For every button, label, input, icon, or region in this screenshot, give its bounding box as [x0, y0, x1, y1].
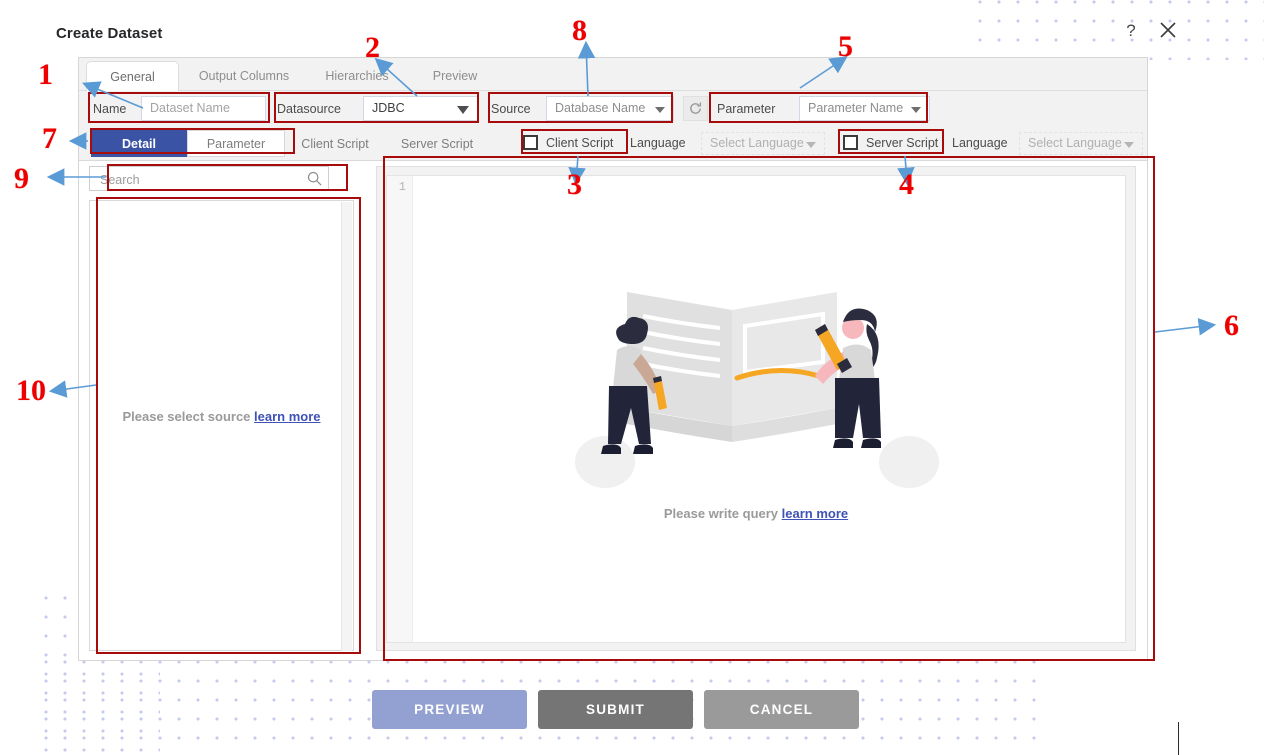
chevron-down-icon	[911, 107, 921, 113]
datasource-value: JDBC	[372, 101, 405, 115]
subtab-detail[interactable]: Detail	[91, 130, 187, 157]
source-learn-more-link[interactable]: learn more	[254, 409, 320, 424]
datasource-label: Datasource	[277, 102, 341, 116]
search-icon[interactable]	[307, 171, 322, 186]
annotation-number-7: 7	[42, 122, 57, 155]
annotation-number-9: 9	[14, 162, 29, 195]
dialog-body: General Output Columns Hierarchies Previ…	[78, 57, 1148, 661]
text-cursor-marker	[1178, 722, 1179, 755]
left-panel: Please select source learn more	[89, 166, 366, 651]
editor-line-number: 1	[398, 180, 406, 194]
datasource-select[interactable]: JDBC	[363, 96, 478, 121]
server-language-select[interactable]: Select Language	[1019, 132, 1143, 155]
refresh-icon[interactable]	[683, 96, 708, 121]
server-language-value: Select Language	[1028, 136, 1122, 150]
field-row: Name Dataset Name Datasource JDBC Source…	[79, 91, 1147, 127]
search-box[interactable]	[89, 166, 329, 192]
source-empty-message: Please select source learn more	[90, 409, 353, 424]
chevron-down-icon	[655, 107, 665, 113]
annotation-number-10: 10	[16, 374, 46, 407]
dialog-titlebar: Create Dataset ?	[0, 0, 1264, 58]
close-icon[interactable]	[1158, 20, 1178, 42]
chevron-down-icon	[457, 106, 469, 114]
page-title: Create Dataset	[56, 25, 163, 42]
app-root: Create Dataset ? General Output Columns …	[0, 0, 1264, 755]
source-tree-panel[interactable]: Please select source learn more	[89, 200, 354, 651]
dialog-footer: PREVIEW SUBMIT CANCEL	[0, 690, 1264, 730]
source-tree-scrollbar[interactable]	[341, 202, 352, 651]
server-script-checkbox[interactable]	[843, 135, 858, 150]
annotation-number-1: 1	[38, 58, 53, 91]
annotation-number-6: 6	[1224, 309, 1239, 342]
cancel-button[interactable]: CANCEL	[704, 690, 859, 729]
tab-preview[interactable]: Preview	[411, 61, 499, 91]
parameter-select[interactable]: Parameter Name	[799, 96, 930, 121]
chevron-down-icon	[806, 142, 816, 148]
editor-gutter: 1	[387, 176, 413, 642]
editor-empty-message: Please write query learn more	[387, 506, 1125, 521]
source-label: Source	[491, 102, 531, 116]
name-label: Name	[93, 102, 127, 116]
query-editor-panel: 1 Please write query learn more	[376, 166, 1136, 651]
parameter-value: Parameter Name	[808, 101, 904, 115]
editor-empty-text: Please write query	[663, 506, 782, 521]
editor-learn-more-link[interactable]: learn more	[782, 506, 848, 521]
chevron-down-icon	[1124, 142, 1134, 148]
server-language-label: Language	[952, 136, 1008, 150]
top-tab-bar: General Output Columns Hierarchies Previ…	[79, 58, 1147, 92]
client-language-select[interactable]: Select Language	[701, 132, 825, 155]
tab-hierarchies[interactable]: Hierarchies	[307, 61, 407, 91]
submit-button[interactable]: SUBMIT	[538, 690, 693, 729]
name-input[interactable]: Dataset Name	[141, 96, 266, 121]
source-empty-text: Please select source	[122, 409, 255, 424]
server-script-label[interactable]: Server Script	[866, 135, 938, 151]
source-select[interactable]: Database Name	[546, 96, 674, 121]
preview-button[interactable]: PREVIEW	[372, 690, 527, 729]
source-value: Database Name	[555, 101, 646, 115]
client-language-value: Select Language	[710, 136, 804, 150]
subtab-parameter[interactable]: Parameter	[187, 130, 285, 157]
empty-state-illustration	[557, 266, 957, 501]
subtab-client-script[interactable]: Client Script	[285, 130, 385, 157]
subtab-server-script[interactable]: Server Script	[385, 130, 489, 157]
client-language-label: Language	[630, 136, 686, 150]
search-input[interactable]	[98, 167, 302, 192]
tab-output-columns[interactable]: Output Columns	[184, 61, 304, 91]
tab-general[interactable]: General	[86, 61, 179, 92]
parameter-label: Parameter	[717, 102, 776, 116]
sub-tab-bar: Detail Parameter Client Script Server Sc…	[79, 127, 1147, 161]
help-icon[interactable]: ?	[1122, 21, 1140, 41]
client-script-checkbox[interactable]	[523, 135, 538, 150]
query-editor[interactable]: 1 Please write query learn more	[386, 175, 1126, 643]
client-script-label[interactable]: Client Script	[546, 135, 613, 151]
